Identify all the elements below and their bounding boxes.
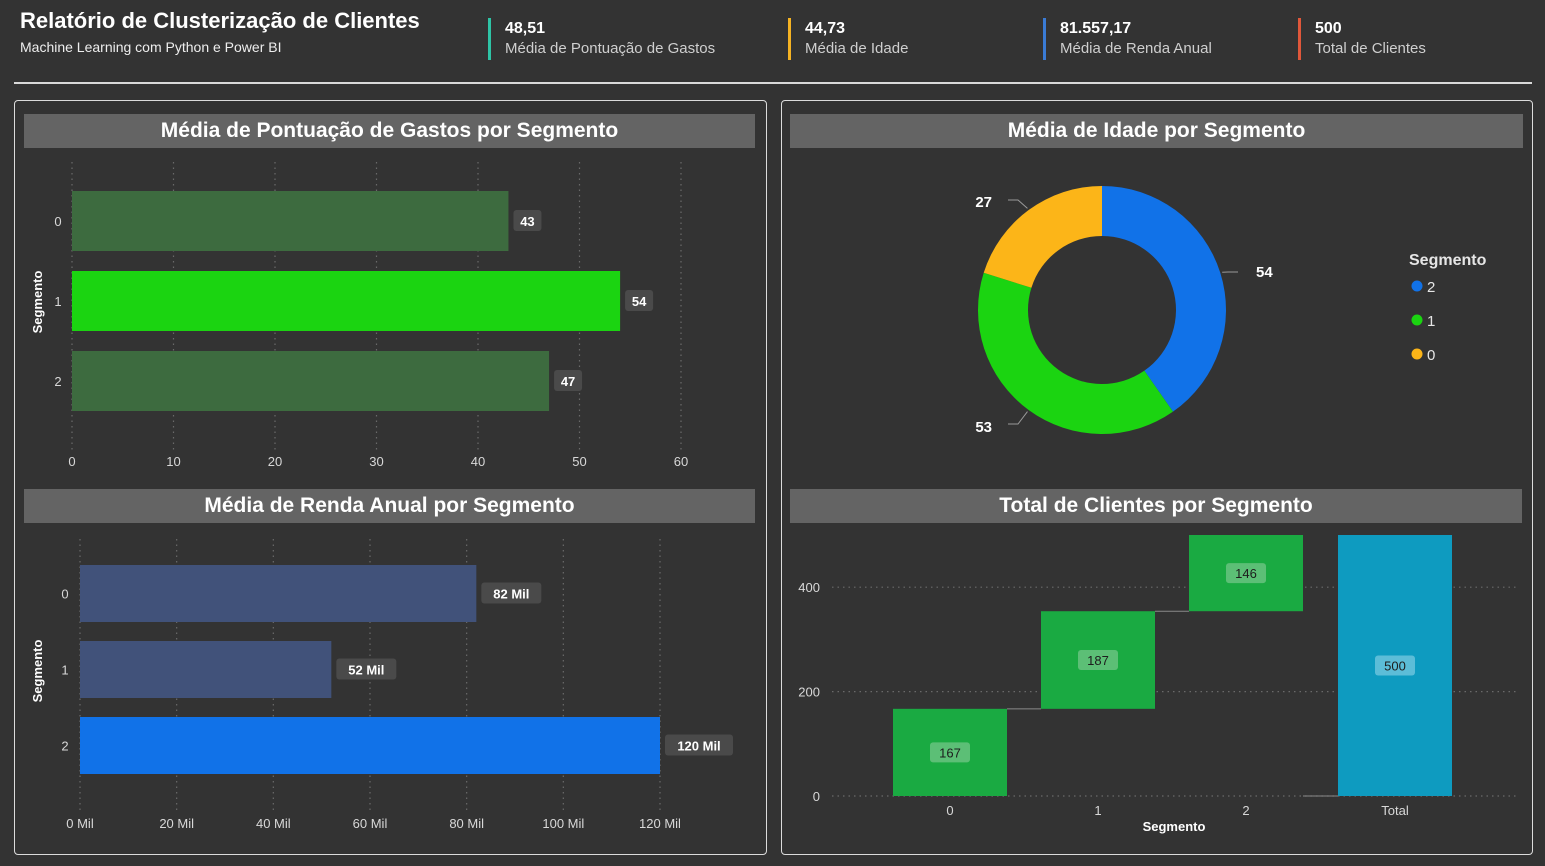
leader-line (1008, 411, 1028, 425)
data-label: 52 Mil (348, 663, 384, 678)
bar (80, 717, 660, 774)
leader-line (1008, 199, 1028, 209)
x-axis-title: Segmento (1143, 819, 1206, 834)
bar (72, 351, 550, 411)
x-tick-label: 60 (674, 454, 688, 469)
kpi-card-income[interactable]: 81.557,17 Média de Renda Anual (1043, 18, 1212, 60)
y-axis-title: Segmento (30, 640, 45, 703)
legend-marker (1411, 314, 1423, 326)
report-subtitle: Machine Learning com Python e Power BI (20, 39, 282, 55)
legend-label: 0 (1427, 347, 1435, 364)
chart-title-income: Média de Renda Anual por Segmento (24, 489, 755, 523)
chart-age-by-segment[interactable]: 54 53 27 Segmento 2 1 0 (790, 150, 1523, 480)
x-tick-label: 0 (68, 454, 75, 469)
x-tick-label: 60 Mil (353, 816, 388, 831)
chart-spending-by-segment[interactable]: 0 10 20 30 40 50 60 Segmento 0 43 1 54 2 47 (24, 150, 755, 480)
x-tick-label: 1 (1094, 803, 1101, 818)
x-tick-label: Total (1381, 803, 1409, 818)
kpi-card-spending-score[interactable]: 48,51 Média de Pontuação de Gastos (488, 18, 715, 60)
legend-label: 2 (1427, 279, 1435, 296)
donut-slice (983, 186, 1102, 288)
bar (80, 565, 477, 622)
kpi-card-age[interactable]: 44,73 Média de Idade (788, 18, 908, 60)
y-tick-label: 1 (54, 294, 61, 309)
data-label: 43 (520, 214, 534, 229)
data-label: 167 (939, 745, 961, 760)
y-tick-label: 2 (54, 374, 61, 389)
x-tick-label: 20 (268, 454, 282, 469)
x-tick-label: 10 (166, 454, 180, 469)
legend-title: Segmento (1409, 252, 1487, 269)
kpi-value: 500 (1315, 20, 1342, 37)
kpi-label: Média de Renda Anual (1060, 40, 1212, 57)
legend-marker (1411, 348, 1423, 360)
chart-title-spending: Média de Pontuação de Gastos por Segment… (24, 114, 755, 148)
donut-slice (1102, 186, 1226, 412)
kpi-label: Total de Clientes (1315, 40, 1426, 57)
x-tick-label: 100 Mil (542, 816, 584, 831)
data-label: 54 (632, 294, 647, 309)
data-label: 82 Mil (493, 587, 529, 602)
kpi-value: 48,51 (505, 20, 546, 37)
y-axis-title: Segmento (30, 271, 45, 334)
bar (72, 271, 621, 331)
x-tick-label: 20 Mil (159, 816, 194, 831)
chart-income-by-segment[interactable]: 0 Mil 20 Mil 40 Mil 60 Mil 80 Mil 100 Mil 120 … (24, 525, 755, 845)
bar (72, 191, 509, 251)
y-tick-label: 2 (61, 739, 68, 754)
chart-title-clients: Total de Clientes por Segmento (790, 489, 1522, 523)
kpi-card-total-clients[interactable]: 500 Total de Clientes (1298, 18, 1426, 60)
data-label: 146 (1235, 566, 1257, 581)
x-tick-label: 80 Mil (449, 816, 484, 831)
chart-clients-by-segment[interactable]: 0 200 400 167 0 187 1 146 2 500 Total Segmento (790, 525, 1523, 845)
data-label: 27 (975, 194, 992, 211)
y-tick-label: 400 (798, 580, 820, 595)
x-tick-label: 2 (1242, 803, 1249, 818)
kpi-label: Média de Pontuação de Gastos (505, 40, 716, 57)
legend-label: 1 (1427, 313, 1435, 330)
data-label: 54 (1256, 264, 1273, 281)
data-label: 120 Mil (677, 739, 720, 754)
report-title: Relatório de Clusterização de Clientes (20, 8, 420, 33)
donut-slice (978, 272, 1173, 435)
data-label: 187 (1087, 653, 1109, 668)
kpi-label: Média de Idade (805, 40, 909, 57)
y-tick-label: 0 (61, 587, 68, 602)
x-tick-label: 30 (369, 454, 383, 469)
x-tick-label: 40 (471, 454, 485, 469)
data-label: 47 (561, 374, 575, 389)
data-label: 500 (1384, 659, 1406, 674)
legend-marker (1411, 280, 1423, 292)
y-tick-label: 0 (813, 789, 820, 804)
y-tick-label: 0 (54, 214, 61, 229)
x-tick-label: 0 (946, 803, 953, 818)
report-header: Relatório de Clusterização de Clientes M… (0, 0, 1545, 85)
y-tick-label: 1 (61, 663, 68, 678)
bar (80, 641, 332, 698)
kpi-value: 44,73 (805, 20, 846, 37)
x-tick-label: 0 Mil (66, 816, 94, 831)
kpi-value: 81.557,17 (1060, 20, 1132, 37)
header-divider (14, 82, 1532, 84)
x-tick-label: 40 Mil (256, 816, 291, 831)
x-tick-label: 120 Mil (639, 816, 681, 831)
y-tick-label: 200 (798, 685, 820, 700)
x-tick-label: 50 (572, 454, 586, 469)
chart-title-age: Média de Idade por Segmento (790, 114, 1523, 148)
data-label: 53 (975, 419, 992, 436)
